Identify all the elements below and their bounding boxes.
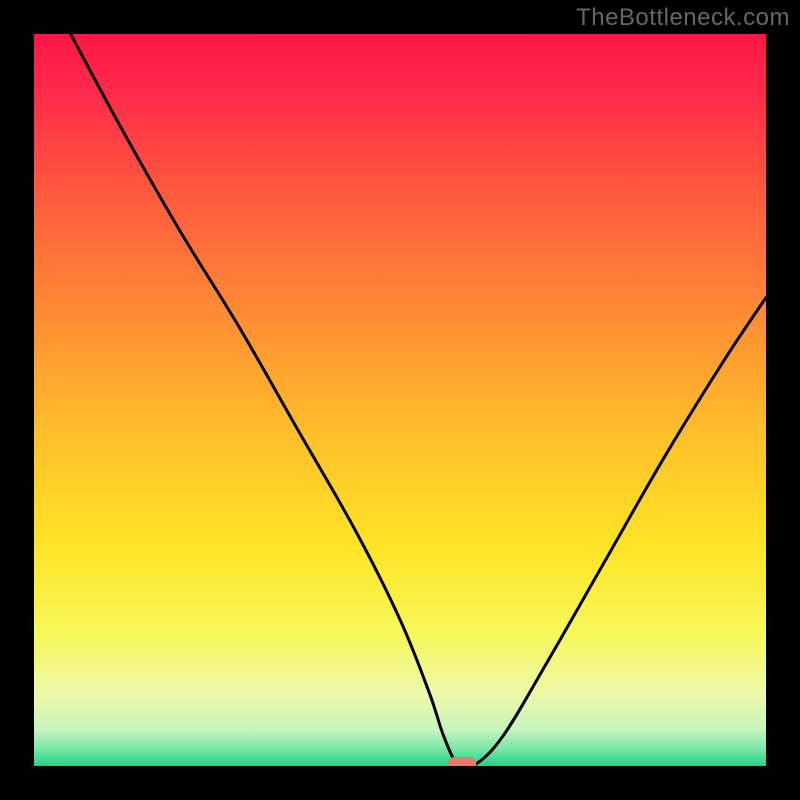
plot-background — [34, 34, 766, 766]
watermark-label: TheBottleneck.com — [576, 4, 790, 32]
plot-svg — [34, 34, 766, 766]
chart-frame: TheBottleneck.com — [0, 0, 800, 800]
minimum-marker — [448, 757, 476, 766]
bottleneck-plot — [34, 34, 766, 766]
